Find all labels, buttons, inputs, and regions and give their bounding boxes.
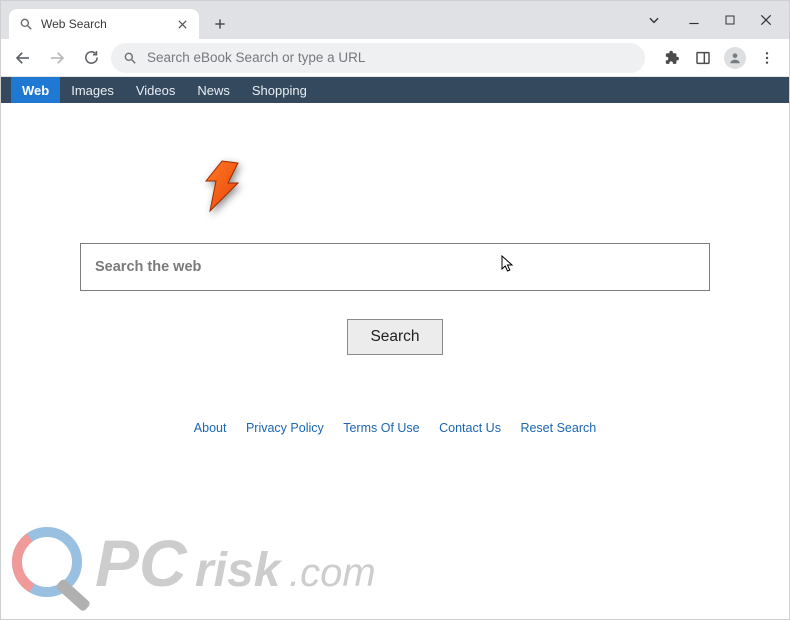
maximize-button[interactable] bbox=[713, 8, 747, 32]
tab-videos[interactable]: Videos bbox=[125, 77, 187, 103]
omnibox[interactable]: Search eBook Search or type a URL bbox=[111, 43, 645, 73]
tab-news[interactable]: News bbox=[186, 77, 241, 103]
omnibox-placeholder: Search eBook Search or type a URL bbox=[147, 50, 365, 65]
annotation-arrow-icon bbox=[204, 159, 248, 213]
footer-links: About Privacy Policy Terms Of Use Contac… bbox=[80, 421, 710, 435]
search-area: Search the web Search About Privacy Poli… bbox=[80, 243, 710, 435]
svg-text:.com: .com bbox=[289, 551, 376, 595]
browser-window: Web Search bbox=[0, 0, 790, 620]
footer-link-terms[interactable]: Terms Of Use bbox=[343, 421, 419, 435]
back-button[interactable] bbox=[9, 44, 37, 72]
titlebar: Web Search bbox=[1, 1, 789, 39]
footer-link-privacy[interactable]: Privacy Policy bbox=[246, 421, 324, 435]
svg-text:risk: risk bbox=[195, 544, 283, 597]
magnifier-icon bbox=[19, 17, 33, 31]
minimize-button[interactable] bbox=[677, 8, 711, 32]
search-category-tabs: Web Images Videos News Shopping bbox=[1, 77, 789, 103]
profile-avatar[interactable] bbox=[721, 44, 749, 72]
search-icon bbox=[123, 51, 137, 65]
svg-text:PC: PC bbox=[95, 526, 188, 600]
extensions-icon[interactable] bbox=[657, 44, 685, 72]
search-button[interactable]: Search bbox=[347, 319, 443, 355]
reload-button[interactable] bbox=[77, 44, 105, 72]
tab-images[interactable]: Images bbox=[60, 77, 125, 103]
tab-label: Shopping bbox=[252, 83, 307, 98]
sidepanel-icon[interactable] bbox=[689, 44, 717, 72]
tab-label: Web bbox=[22, 83, 49, 98]
browser-tab[interactable]: Web Search bbox=[9, 9, 199, 39]
toolbar-right bbox=[657, 44, 781, 72]
close-icon[interactable] bbox=[175, 17, 189, 31]
window-controls bbox=[637, 1, 789, 39]
forward-button[interactable] bbox=[43, 44, 71, 72]
search-placeholder: Search the web bbox=[95, 259, 201, 275]
tab-label: Videos bbox=[136, 83, 176, 98]
close-window-button[interactable] bbox=[749, 8, 783, 32]
tab-label: News bbox=[197, 83, 230, 98]
footer-link-reset[interactable]: Reset Search bbox=[520, 421, 596, 435]
watermark: PC risk .com bbox=[9, 516, 429, 611]
chevron-down-icon[interactable] bbox=[637, 8, 671, 32]
tab-shopping[interactable]: Shopping bbox=[241, 77, 318, 103]
new-tab-button[interactable] bbox=[207, 11, 233, 37]
tab-title: Web Search bbox=[41, 17, 167, 31]
page-body: Search the web Search About Privacy Poli… bbox=[1, 243, 789, 435]
toolbar: Search eBook Search or type a URL bbox=[1, 39, 789, 77]
menu-button[interactable] bbox=[753, 44, 781, 72]
footer-link-about[interactable]: About bbox=[194, 421, 227, 435]
tab-label: Images bbox=[71, 83, 114, 98]
footer-link-contact[interactable]: Contact Us bbox=[439, 421, 501, 435]
page-viewport: Web Images Videos News Shopping Search t… bbox=[1, 77, 789, 619]
tab-web[interactable]: Web bbox=[11, 77, 60, 103]
search-input[interactable]: Search the web bbox=[80, 243, 710, 291]
